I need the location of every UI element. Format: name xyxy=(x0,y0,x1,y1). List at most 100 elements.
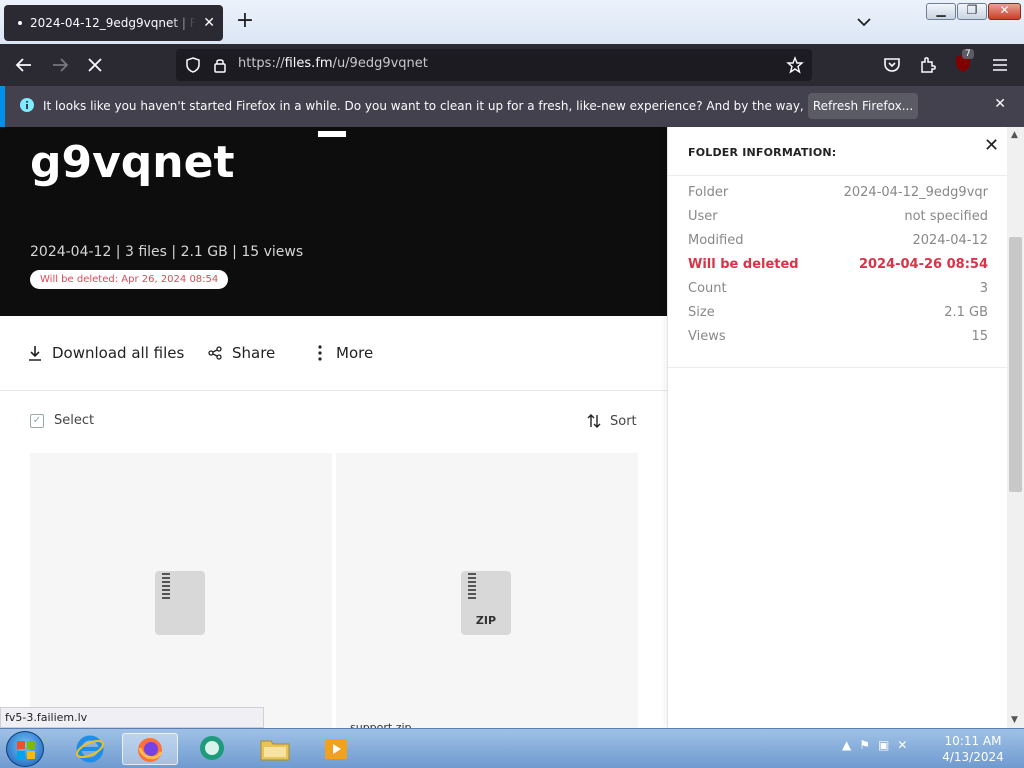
share-label: Share xyxy=(232,344,276,362)
url-path: /u/9edg9vqnet xyxy=(332,56,428,71)
tab-close-button[interactable]: ✕ xyxy=(203,15,215,31)
select-label: Select xyxy=(54,413,95,428)
menu-icon[interactable] xyxy=(988,53,1012,77)
more-button[interactable]: More xyxy=(314,344,373,362)
clipped-title-fragment xyxy=(318,131,346,137)
start-button[interactable] xyxy=(6,731,44,767)
info-row-deletion: Will be deleted 2024-04-26 08:54 xyxy=(688,257,988,277)
info-row-folder: Folder 2024-04-12_9edg9vqr xyxy=(688,185,988,205)
download-label: Download all files xyxy=(52,344,185,362)
file-card[interactable]: ZIP support.zip xyxy=(336,453,638,734)
file-list-toolbar: ✓ Select Sort xyxy=(0,391,667,451)
download-all-button[interactable]: Download all files xyxy=(28,344,184,362)
sort-label: Sort xyxy=(610,413,637,429)
info-key: Folder xyxy=(688,185,729,200)
extensions-icon[interactable] xyxy=(916,53,940,77)
panel-divider xyxy=(668,175,1008,176)
info-key: Modified xyxy=(688,233,744,248)
browser-tab[interactable]: 2024-04-12_9edg9vqnet | Files.fm ✕ xyxy=(4,5,223,41)
panel-title: FOLDER INFORMATION: xyxy=(688,146,837,159)
stop-loading-icon[interactable] xyxy=(83,53,107,77)
scroll-down-arrow-icon[interactable]: ▼ xyxy=(1011,715,1018,725)
sort-button[interactable]: Sort xyxy=(586,413,637,429)
info-key: Size xyxy=(688,305,715,320)
folder-meta: 2024-04-12 | 3 files | 2.1 GB | 15 views xyxy=(30,244,304,260)
select-toggle[interactable]: ✓ Select xyxy=(30,413,94,428)
app-taskbar-button[interactable] xyxy=(184,733,240,765)
page-scrollbar[interactable]: ▲ ▼ xyxy=(1007,127,1024,728)
info-row-views: Views 15 xyxy=(688,329,988,349)
back-arrow-icon[interactable] xyxy=(12,53,36,77)
info-key: Views xyxy=(688,329,726,344)
info-icon xyxy=(20,98,34,112)
internet-explorer-icon xyxy=(76,735,104,763)
close-window-button[interactable]: ✕ xyxy=(988,3,1021,20)
media-player-taskbar-button[interactable] xyxy=(308,733,364,765)
info-value: 2.1 GB xyxy=(944,305,988,320)
more-vertical-icon xyxy=(318,345,322,361)
download-icon xyxy=(29,346,41,361)
pocket-icon[interactable] xyxy=(880,53,904,77)
notification-close-button[interactable]: ✕ xyxy=(994,96,1006,112)
ublock-button[interactable]: 7 xyxy=(952,49,976,77)
ublock-count-badge: 7 xyxy=(962,49,974,59)
bookmark-star-icon[interactable] xyxy=(786,56,804,74)
show-hidden-icons-icon[interactable]: ▲ xyxy=(842,738,851,752)
deletion-badge: Will be deleted: Apr 26, 2024 08:54 xyxy=(30,270,229,289)
info-row-size: Size 2.1 GB xyxy=(688,305,988,325)
zipper-icon xyxy=(162,573,170,601)
info-value: 15 xyxy=(971,329,988,344)
zipper-icon xyxy=(468,573,476,601)
info-value: 2024-04-12_9edg9vqr xyxy=(843,185,988,200)
info-value: 3 xyxy=(979,281,988,296)
info-row-count: Count 3 xyxy=(688,281,988,301)
info-row-user: User not specified xyxy=(688,209,988,229)
scrollbar-thumb[interactable] xyxy=(1009,237,1022,492)
new-tab-button[interactable]: + xyxy=(233,10,257,34)
sort-icon xyxy=(587,414,601,428)
folder-icon xyxy=(260,740,290,761)
info-key: Will be deleted xyxy=(688,257,799,272)
network-icon[interactable]: ▣ xyxy=(878,738,889,752)
clock-date: 4/13/2024 xyxy=(942,750,1004,764)
folder-header: g9vqnet 2024-04-12 | 3 files | 2.1 GB | … xyxy=(0,127,667,316)
zip-file-icon: ZIP xyxy=(461,571,511,635)
lock-icon[interactable] xyxy=(211,56,229,74)
share-button[interactable]: Share xyxy=(208,344,275,362)
file-card[interactable] xyxy=(30,453,332,728)
info-value: 2024-04-12 xyxy=(912,233,988,248)
system-clock[interactable]: 10:11 AM 4/13/2024 xyxy=(940,733,1006,765)
restore-button[interactable]: ❐ xyxy=(957,3,987,20)
windows-taskbar: ▲ ⚑ ▣ ✕ 10:11 AM 4/13/2024 xyxy=(0,728,1024,768)
firefox-taskbar-button[interactable] xyxy=(122,733,178,765)
checkbox-icon[interactable]: ✓ xyxy=(30,413,44,428)
scroll-up-arrow-icon[interactable]: ▲ xyxy=(1011,130,1018,140)
folder-info-panel: FOLDER INFORMATION: ✕ Folder 2024-04-12_… xyxy=(667,127,1008,728)
windows-logo-icon xyxy=(17,741,35,759)
action-center-flag-icon[interactable]: ⚑ xyxy=(859,738,870,752)
more-label: More xyxy=(336,344,374,362)
link-status-bar: fv5-3.failiem.lv xyxy=(0,707,264,728)
url-text[interactable]: https://files.fm/u/9edg9vqnet xyxy=(238,56,428,71)
nav-bar: https://files.fm/u/9edg9vqnet 7 xyxy=(0,44,1024,86)
info-value: 2024-04-26 08:54 xyxy=(858,257,988,272)
volume-muted-icon[interactable]: ✕ xyxy=(897,738,907,752)
forward-arrow-icon[interactable] xyxy=(48,53,72,77)
panel-close-button[interactable]: ✕ xyxy=(984,135,999,156)
refresh-firefox-button[interactable]: Refresh Firefox... xyxy=(808,93,918,119)
info-key: User xyxy=(688,209,718,224)
notification-message: It looks like you haven't started Firefo… xyxy=(43,99,899,113)
chevron-down-icon[interactable] xyxy=(854,12,874,32)
system-tray: ▲ ⚑ ▣ ✕ xyxy=(842,738,907,752)
chat-app-icon xyxy=(200,736,224,760)
info-row-modified: Modified 2024-04-12 xyxy=(688,233,988,253)
folder-actions: Download all files Share More xyxy=(0,316,667,391)
minimize-button[interactable]: ▁ xyxy=(926,3,956,20)
internet-explorer-taskbar-button[interactable] xyxy=(62,733,118,765)
shield-icon[interactable] xyxy=(184,56,202,74)
firefox-notification-bar: It looks like you haven't started Firefo… xyxy=(0,86,1024,127)
url-bar[interactable]: https://files.fm/u/9edg9vqnet xyxy=(176,49,812,81)
info-key: Count xyxy=(688,281,727,296)
file-explorer-taskbar-button[interactable] xyxy=(246,733,302,765)
panel-divider xyxy=(668,367,1008,368)
